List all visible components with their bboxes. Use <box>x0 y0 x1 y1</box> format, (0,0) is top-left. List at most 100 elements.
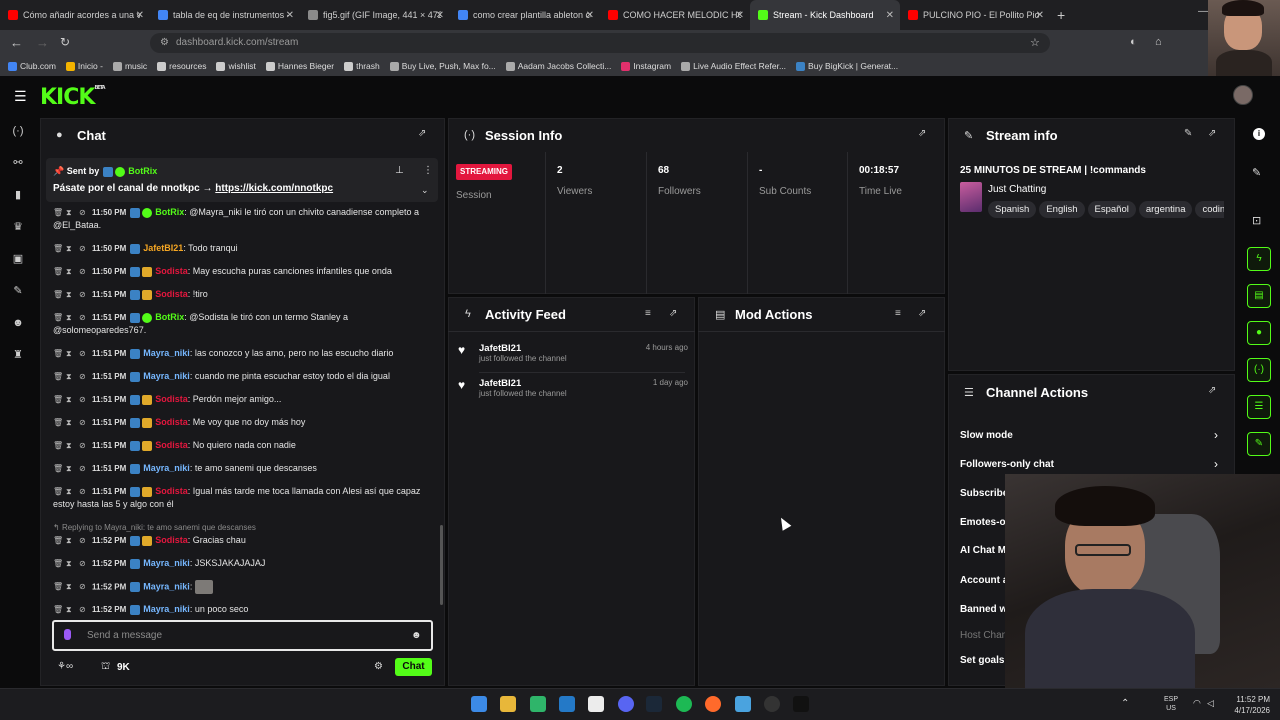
browser-tab[interactable]: tabla de eq de instrumentos - G ✕ <box>150 0 300 30</box>
forward-icon[interactable]: → <box>36 35 49 50</box>
rail-chat-icon[interactable]: ● <box>1247 321 1271 345</box>
mod-filter-icon[interactable]: ≡ <box>895 308 901 319</box>
menu-icon[interactable]: ☰ <box>14 88 27 105</box>
timeout-icon[interactable]: ⧗ <box>66 370 74 383</box>
chat-settings-icon[interactable]: ⚙ <box>374 661 383 672</box>
tab-close-icon[interactable]: ✕ <box>436 10 444 21</box>
chevron-right-icon[interactable]: › <box>1214 457 1218 471</box>
bot-icon[interactable]: ♜ <box>11 348 25 362</box>
chat-username[interactable]: Mayra_niki <box>143 604 190 614</box>
session-popout-icon[interactable]: ⇗ <box>918 128 926 139</box>
notepad-icon[interactable] <box>735 696 751 712</box>
activity-item[interactable]: ♥ JafetBI21 just followed the channel 4 … <box>458 343 688 363</box>
unpin-icon[interactable]: ⊥ <box>395 165 404 176</box>
delete-icon[interactable]: 🗑 <box>53 393 63 406</box>
timeout-icon[interactable]: ⧗ <box>66 580 74 593</box>
delete-icon[interactable]: 🗑 <box>53 347 63 360</box>
delete-icon[interactable]: 🗑 <box>53 311 63 324</box>
chat-message[interactable]: 🗑 ⧗ ⊘ 11:50 PM Sodista: May escucha puras c… <box>53 265 438 278</box>
ban-icon[interactable]: ⊘ <box>79 265 87 278</box>
tag-chip[interactable]: codin <box>1195 201 1224 218</box>
bookmark-item[interactable]: Inicio - <box>65 61 103 71</box>
channel-action-host[interactable]: Host Chan <box>960 630 1007 641</box>
channel-action-set-goals[interactable]: Set goals <box>960 655 1004 666</box>
tab-close-icon[interactable]: ✕ <box>136 10 144 21</box>
link-icon[interactable]: ⚯ <box>11 156 25 170</box>
tray-clock[interactable]: 11:52 PM 4/17/2026 <box>1228 694 1270 716</box>
timeout-icon[interactable]: ⧗ <box>66 534 74 547</box>
stream-popout-icon[interactable]: ⇗ <box>1208 128 1216 139</box>
spotify-icon[interactable] <box>676 696 692 712</box>
ban-icon[interactable]: ⊘ <box>79 311 87 324</box>
delete-icon[interactable]: 🗑 <box>53 485 63 498</box>
timeout-icon[interactable]: ⧗ <box>66 265 74 278</box>
rail-broadcast-icon[interactable]: (·) <box>1247 358 1271 382</box>
browser-tab[interactable]: COMO HACER MELODIC HOUS✕ <box>600 0 750 30</box>
delete-icon[interactable]: 🗑 <box>53 557 63 570</box>
chat-message[interactable]: 🗑 ⧗ ⊘ 11:51 PM Sodista: Me voy que no doy m… <box>53 416 438 429</box>
activity-filter-icon[interactable]: ≡ <box>645 308 651 319</box>
bookmark-item[interactable]: Buy BigKick | Generat... <box>796 61 898 71</box>
tray-chevron-icon[interactable]: ⌃ <box>1121 698 1129 709</box>
activity-popout-icon[interactable]: ⇗ <box>669 308 677 319</box>
ban-icon[interactable]: ⊘ <box>79 288 87 301</box>
file-explorer-icon[interactable] <box>500 696 516 712</box>
chevron-down-icon[interactable]: ⌄ <box>421 185 429 196</box>
extensions-icon[interactable]: ◐ <box>1130 36 1137 48</box>
ban-icon[interactable]: ⊘ <box>79 462 87 475</box>
vscode-icon[interactable] <box>559 696 575 712</box>
popout-icon[interactable]: ⇗ <box>418 128 426 139</box>
bookmark-star-icon[interactable]: ☆ <box>1030 36 1040 49</box>
tab-close-icon[interactable]: ✕ <box>886 10 894 21</box>
tab-close-icon[interactable]: ✕ <box>586 10 594 21</box>
wrench-icon[interactable]: ✎ <box>11 284 25 298</box>
browser-tab[interactable]: como crear plantilla ableton co ✕ <box>450 0 600 30</box>
chat-username[interactable]: Sodista <box>155 394 188 404</box>
ban-icon[interactable]: ⊘ <box>79 439 87 452</box>
steam-icon[interactable] <box>646 696 662 712</box>
delete-icon[interactable]: 🗑 <box>53 288 63 301</box>
discord-icon[interactable] <box>618 696 634 712</box>
delete-icon[interactable]: 🗑 <box>53 439 63 452</box>
volume-icon[interactable]: ◁ <box>1207 698 1214 709</box>
xbox-icon[interactable] <box>530 696 546 712</box>
edit-icon[interactable]: ✎ <box>1184 128 1192 139</box>
emote-icon[interactable]: ☻ <box>411 630 422 641</box>
ban-icon[interactable]: ⊘ <box>79 557 87 570</box>
chat-message[interactable]: 🗑 ⧗ ⊘ 11:52 PM Sodista: Gracias chau <box>53 534 438 547</box>
users-icon[interactable]: ☻ <box>11 316 25 330</box>
bookmark-item[interactable]: thrash <box>344 61 380 71</box>
bookmark-item[interactable]: wishlist <box>216 61 256 71</box>
ban-icon[interactable]: ⊘ <box>79 370 87 383</box>
timeout-icon[interactable]: ⧗ <box>66 557 74 570</box>
delete-icon[interactable]: 🗑 <box>53 416 63 429</box>
delete-icon[interactable]: 🗑 <box>53 534 63 547</box>
pinned-message[interactable] <box>46 158 438 202</box>
ban-icon[interactable]: ⊘ <box>79 393 87 406</box>
infinity-icon[interactable]: ⚘∞ <box>57 661 73 672</box>
bookmark-item[interactable]: music <box>112 61 147 71</box>
chat-message[interactable]: 🗑 ⧗ ⊘ 11:51 PM Mayra_niki: las conozco y la… <box>53 347 438 360</box>
ban-icon[interactable]: ⊘ <box>79 242 87 255</box>
chat-username[interactable]: Sodista <box>155 289 188 299</box>
wifi-icon[interactable]: ◠ <box>1193 698 1201 709</box>
timeout-icon[interactable]: ⧗ <box>66 288 74 301</box>
channel-action-subscribe[interactable]: Subscribe <box>960 488 1008 499</box>
chat-username[interactable]: Mayra_niki <box>143 581 190 591</box>
user-avatar[interactable] <box>1233 85 1253 105</box>
delete-icon[interactable]: 🗑 <box>53 603 63 616</box>
mod-popout-icon[interactable]: ⇗ <box>918 308 926 319</box>
bookmark-item[interactable]: Club.com <box>8 61 56 71</box>
app-icon[interactable] <box>588 696 604 712</box>
bookmark-item[interactable]: Buy Live, Push, Max fo... <box>389 61 496 71</box>
chat-username[interactable]: Mayra_niki <box>143 371 190 381</box>
new-tab-button[interactable]: + <box>1057 7 1065 23</box>
chat-message[interactable]: 🗑 ⧗ ⊘ 11:52 PM Mayra_niki: un poco seco <box>53 603 438 616</box>
chat-message[interactable]: 🗑 ⧗ ⊘ 11:51 PM BotRix: @Sodista le tiró con… <box>53 311 438 337</box>
minimize-icon[interactable]: — <box>1198 6 1208 17</box>
chat-username[interactable]: Sodista <box>155 535 188 545</box>
chat-scrollbar[interactable] <box>440 525 443 605</box>
analytics-icon[interactable]: ▮ <box>11 188 25 202</box>
chat-message[interactable]: 🗑 ⧗ ⊘ 11:51 PM Sodista: No quiero nada con … <box>53 439 438 452</box>
trophy-icon[interactable]: ♛ <box>11 220 25 234</box>
